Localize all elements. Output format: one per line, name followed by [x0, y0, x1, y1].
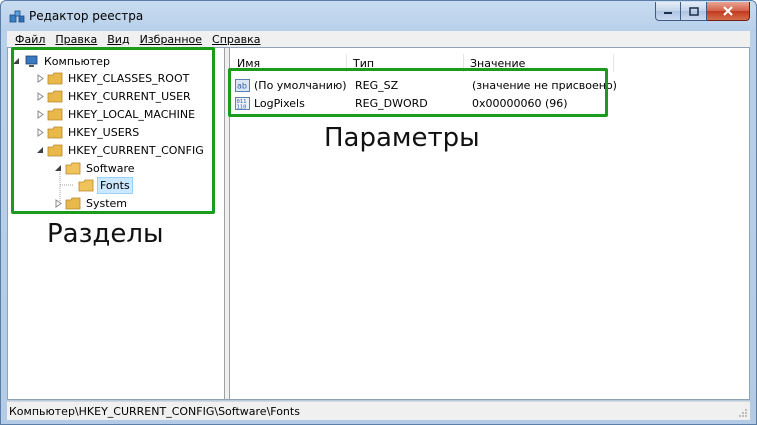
- minimize-button[interactable]: [655, 2, 681, 21]
- menu-file[interactable]: Файл: [15, 33, 45, 46]
- window-title: Редактор реестра: [29, 9, 144, 23]
- sections-highlight-box: [11, 47, 215, 214]
- menu-bar: Файл Правка Вид Избранное Справка: [7, 31, 750, 47]
- close-icon: [723, 6, 733, 16]
- maximize-icon: [688, 6, 699, 16]
- window-controls: [655, 2, 750, 21]
- status-bar: Компьютер\HKEY_CURRENT_CONFIG\Software\F…: [7, 401, 750, 420]
- menu-favorites[interactable]: Избранное: [140, 33, 202, 46]
- registry-editor-icon: [9, 10, 25, 23]
- menu-edit[interactable]: Правка: [55, 33, 97, 46]
- close-button[interactable]: [707, 2, 750, 21]
- maximize-button[interactable]: [681, 2, 707, 21]
- resize-grip-icon[interactable]: [738, 408, 748, 418]
- params-highlight-box: [228, 68, 608, 117]
- status-path: Компьютер\HKEY_CURRENT_CONFIG\Software\F…: [9, 404, 300, 418]
- sections-annotation-label: Разделы: [47, 219, 164, 249]
- params-annotation-label: Параметры: [324, 123, 480, 153]
- title-bar[interactable]: Редактор реестра: [1, 1, 756, 31]
- menu-view[interactable]: Вид: [107, 33, 129, 46]
- minimize-icon: [664, 12, 672, 14]
- menu-help[interactable]: Справка: [212, 33, 260, 46]
